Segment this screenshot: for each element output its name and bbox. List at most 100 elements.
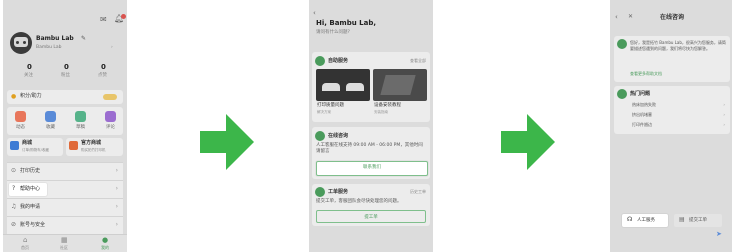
drafts-icon[interactable] <box>75 111 86 122</box>
stat-label: 关注 <box>24 73 33 78</box>
question-icon: ? <box>12 185 16 192</box>
article-title[interactable]: 打印质量问题 <box>317 103 344 109</box>
faq-item[interactable]: 打印件翘边 <box>632 123 652 127</box>
coin-icon: ● <box>11 93 17 100</box>
menu-item-account-security[interactable]: ⊘ 账号与安全 › <box>7 216 123 234</box>
favorites-icon[interactable] <box>45 111 56 122</box>
user-name: Bambu Lab <box>36 35 74 42</box>
chevron-right-icon: › <box>723 122 725 127</box>
chevron-right-icon: › <box>723 112 725 117</box>
view-all-link[interactable]: 查看全部 <box>410 59 426 63</box>
points-badge <box>103 94 117 100</box>
stat-label: 点赞 <box>98 73 107 78</box>
back-icon[interactable]: ‹ <box>313 10 316 17</box>
mail-icon[interactable]: ✉ <box>100 16 107 24</box>
arrow-shape <box>200 114 254 170</box>
grid-label: 评论 <box>106 125 115 130</box>
chevron-right-icon: › <box>723 102 725 107</box>
menu-item-help-center[interactable]: ? 帮助中心 › <box>7 180 123 198</box>
headset-icon: ☊ <box>627 216 633 223</box>
article-subtitle: 安装指南 <box>374 110 388 114</box>
posts-icon[interactable] <box>15 111 26 122</box>
menu-label: 账号与安全 <box>20 222 46 228</box>
faq-item[interactable]: 挤出机堵塞 <box>632 113 652 117</box>
community-icon[interactable]: ▦ <box>61 237 68 244</box>
online-consult-card: 在线咨询 人工客服在线支持 09:00 AM - 06:00 PM，其他时间请留… <box>312 127 430 179</box>
faq-title: 热门问题 <box>630 91 651 97</box>
arrow-right-icon <box>501 114 555 170</box>
arrow-right-icon <box>200 114 254 170</box>
article-thumbnail[interactable] <box>373 69 427 101</box>
menu-label: 打印历史 <box>20 168 41 174</box>
help-center-screen: ‹ Hi, Bambu Lab, 请问有什么问题? 自助服务 查看全部 打印质量… <box>309 0 433 252</box>
user-icon[interactable]: ● <box>102 237 108 244</box>
history-ticket-link[interactable]: 历史工单 <box>410 190 426 194</box>
ticket-description: 提交工单，客服团队会尽快处理您的问题。 <box>316 199 402 204</box>
notification-badge <box>121 14 126 19</box>
bot-avatar-icon <box>617 39 627 49</box>
article-thumbnail[interactable] <box>316 69 370 101</box>
grid-label: 草稿 <box>76 125 85 130</box>
bot-message: 您好，我是拓竹 Bambu Lab，很高兴为您服务，请简要描述您遇到的问题，我们… <box>630 40 726 51</box>
store-title: 官方商城 <box>81 140 102 146</box>
ticket-card: 工单服务 历史工单 提交工单，客服团队会尽快处理您的问题。 提工单 <box>312 184 430 226</box>
grid-label: 收藏 <box>46 125 55 130</box>
store-subtitle: 购买拓竹打印机 <box>81 148 106 152</box>
section-title: 在线咨询 <box>328 133 349 139</box>
submit-ticket-button[interactable]: 提工单 <box>316 210 426 223</box>
stat-value: 0 <box>101 63 106 71</box>
tab-label: 首页 <box>21 245 29 250</box>
section-title: 工单服务 <box>328 189 349 195</box>
chevron-right-icon: › <box>115 221 118 228</box>
store-icon <box>69 141 78 150</box>
avatar[interactable] <box>10 32 32 54</box>
help-docs-link[interactable]: 查看更多帮助文档 <box>630 72 662 76</box>
chevron-right-icon: › <box>115 203 118 210</box>
greeting-subtitle: 请问有什么问题? <box>316 30 350 35</box>
faq-icon <box>617 89 627 99</box>
back-icon[interactable]: ‹ <box>615 14 618 21</box>
lock-icon: ⊘ <box>11 221 17 228</box>
chat-title: 在线咨询 <box>660 14 685 21</box>
menu-item-print-history[interactable]: ⊙ 打印历史 › <box>7 162 123 180</box>
contact-us-button[interactable]: 联系我们 <box>316 161 428 176</box>
section-title: 自助服务 <box>328 58 349 64</box>
home-icon[interactable]: ⌂ <box>23 237 27 244</box>
tab-label: 社区 <box>60 245 68 250</box>
self-service-card: 自助服务 查看全部 打印质量问题 解决方案 设备安装教程 安装指南 <box>312 52 430 122</box>
mall-card[interactable]: 商城 订单/购物车/收藏 <box>7 138 63 156</box>
menu-item-my-requests[interactable]: ♫ 我的申请 › <box>7 198 123 216</box>
ticket-icon <box>315 187 325 197</box>
history-icon: ⊙ <box>11 167 17 174</box>
request-icon: ♫ <box>11 203 17 210</box>
article-title[interactable]: 设备安装教程 <box>374 103 401 109</box>
official-store-card[interactable]: 官方商城 购买拓竹打印机 <box>66 138 123 156</box>
close-icon[interactable]: ✕ <box>628 14 633 20</box>
profile-chevron-icon[interactable]: › <box>111 45 113 51</box>
arrow-shape <box>501 114 555 170</box>
points-bar[interactable]: ● 积分/助力 <box>7 90 123 104</box>
faq-item[interactable]: 热床加热失败 <box>632 103 656 107</box>
article-subtitle: 解决方案 <box>317 110 331 114</box>
bot-message-card: 您好，我是拓竹 Bambu Lab，很高兴为您服务，请简要描述您遇到的问题，我们… <box>614 36 730 82</box>
stat-label: 粉丝 <box>61 73 70 78</box>
mall-title: 商城 <box>22 140 33 146</box>
online-chat-screen: ‹ ✕ 在线咨询 您好，我是拓竹 Bambu Lab，很高兴为您服务，请简要描述… <box>610 0 732 252</box>
button-label: 提交工单 <box>689 218 707 223</box>
online-description: 人工客服在线支持 09:00 AM - 06:00 PM，其他时间请留言 <box>316 143 423 154</box>
mall-subtitle: 订单/购物车/收藏 <box>22 148 49 152</box>
user-subtitle: Bambu Lab <box>36 45 62 50</box>
comments-icon[interactable] <box>105 111 116 122</box>
send-icon[interactable]: ➤ <box>716 231 722 238</box>
ticket-icon: ▤ <box>679 216 685 223</box>
submit-ticket-button[interactable]: ▤ 提交工单 <box>674 214 722 227</box>
button-label: 人工服务 <box>637 218 655 223</box>
tab-bar: ⌂ 首页 ▦ 社区 ● 我的 <box>3 234 127 252</box>
grid-label: 动态 <box>16 125 25 130</box>
button-label: 联系我们 <box>363 165 381 170</box>
edit-icon[interactable]: ✎ <box>81 36 86 42</box>
tab-label: 我的 <box>101 245 109 250</box>
human-service-button[interactable]: ☊ 人工服务 <box>622 214 668 227</box>
greeting-title: Hi, Bambu Lab, <box>316 19 376 27</box>
shop-icon <box>10 141 19 150</box>
